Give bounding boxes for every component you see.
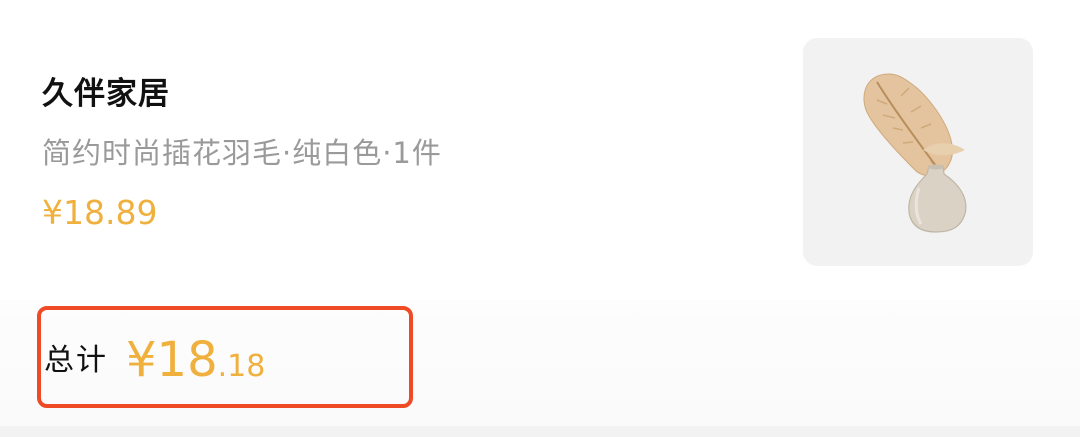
total-price-cents: .18 — [217, 349, 266, 384]
product-description: 简约时尚插花羽毛·纯白色·1件 — [42, 136, 442, 170]
bottom-divider — [0, 426, 1080, 437]
total-price: ¥18.18 — [126, 330, 265, 401]
order-item-card[interactable]: 久伴家居 简约时尚插花羽毛·纯白色·1件 ¥18.89 — [0, 0, 1080, 300]
product-thumbnail[interactable] — [803, 38, 1033, 266]
shop-name: 久伴家居 — [42, 76, 170, 112]
total-label: 总计 — [44, 343, 108, 378]
total-price-main: ¥18 — [126, 332, 218, 388]
product-price: ¥18.89 — [42, 193, 158, 232]
feather-vase-image — [863, 73, 967, 233]
